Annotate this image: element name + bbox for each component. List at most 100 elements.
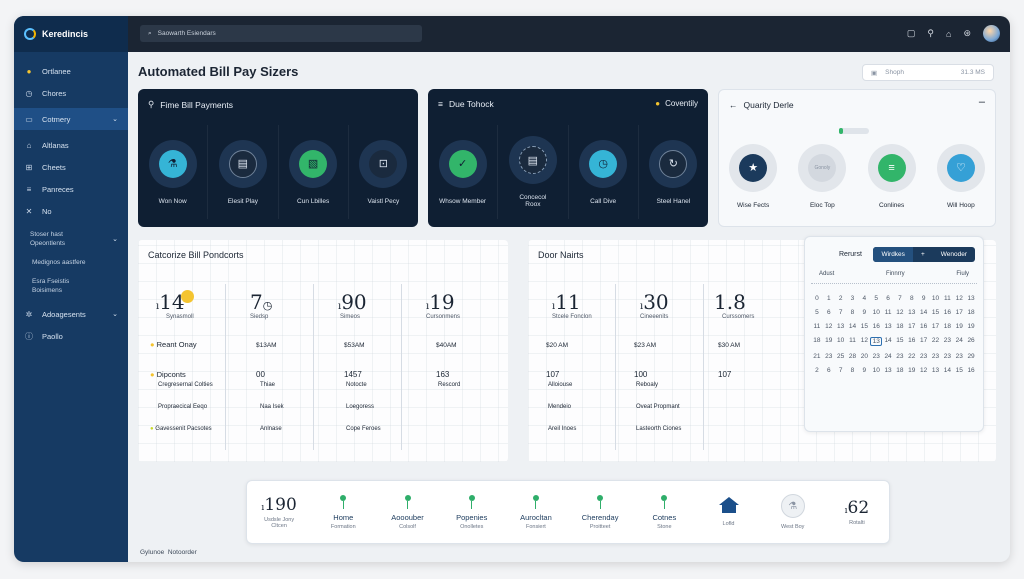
summary-aurocltan[interactable]: Aurocltan Fonsiert	[504, 481, 568, 543]
calendar-day[interactable]: 19	[823, 337, 835, 346]
settings-icon[interactable]: ⊛	[963, 28, 971, 39]
tab-wenoder[interactable]: Wenoder	[933, 247, 975, 262]
summary-lofld[interactable]: Lofld	[696, 481, 760, 543]
calendar-day[interactable]: 7	[835, 367, 847, 374]
calendar-day[interactable]: 17	[930, 323, 942, 330]
tile-eloc-top[interactable]: Gonoly Eloc Top	[788, 134, 858, 218]
calendar-day[interactable]: 14	[882, 337, 894, 346]
calendar-day[interactable]: 14	[941, 367, 953, 374]
calendar-day[interactable]: 11	[811, 323, 823, 330]
tile-won-now[interactable]: ⚗ Won Now	[138, 125, 209, 219]
sidebar-item-cheets[interactable]: ⊞ Cheets	[14, 156, 128, 178]
tile-whsow-member[interactable]: ✓ Whsow Member	[428, 125, 499, 219]
calendar-day[interactable]: 17	[918, 337, 930, 346]
sidebar-item-ortlanee[interactable]: ● Ortlanee	[14, 60, 128, 82]
calendar-day[interactable]: 15	[858, 323, 870, 330]
tile-cun-lbilles[interactable]: ▧ Cun Lbilles	[279, 125, 349, 219]
calendar-day[interactable]: 23	[930, 353, 942, 360]
calendar-day[interactable]: 19	[906, 367, 918, 374]
calendar-day[interactable]: 7	[835, 309, 847, 316]
calendar-day[interactable]: 3	[847, 295, 859, 302]
calendar-day[interactable]: 16	[965, 367, 977, 374]
sidebar-item-medignos[interactable]: Medignos aastfere	[14, 258, 128, 267]
calendar-day[interactable]: 0	[811, 295, 823, 302]
tile-concecol-roox[interactable]: ▤ Concecol Roox	[498, 125, 569, 219]
summary-home[interactable]: Home Formation	[311, 481, 375, 543]
sidebar-item-esra-a[interactable]: Esra Fseistis	[14, 277, 128, 286]
calendar-day[interactable]: 5	[811, 309, 823, 316]
calendar-day[interactable]: 5	[870, 295, 882, 302]
calendar-day[interactable]: 13	[882, 367, 894, 374]
calendar-day[interactable]: 13	[930, 367, 942, 374]
calendar-day[interactable]: 15	[953, 367, 965, 374]
calendar-day[interactable]: 10	[930, 295, 942, 302]
calendar-day[interactable]: 8	[906, 295, 918, 302]
tile-vaistl-pecy[interactable]: ⊡ Vaistl Pecy	[349, 125, 418, 219]
calendar-day[interactable]: 12	[858, 337, 870, 346]
add-icon[interactable]: +	[913, 247, 933, 262]
summary-aooouber[interactable]: Aooouber Colsolf	[375, 481, 439, 543]
tab-wirdkes[interactable]: Wirdkes	[873, 246, 913, 262]
calendar-day[interactable]: 9	[858, 309, 870, 316]
calendar-day[interactable]: 6	[882, 295, 894, 302]
calendar-day[interactable]: 22	[930, 337, 942, 346]
summary-cherenday[interactable]: Cherenday Proitteet	[568, 481, 632, 543]
calendar-day[interactable]: 7	[894, 295, 906, 302]
sidebar-item-cotmery[interactable]: ▭ Cotmery ⌄	[14, 108, 128, 130]
calendar-day[interactable]: 10	[870, 367, 882, 374]
calendar-day[interactable]: 26	[965, 337, 977, 346]
calendar-day[interactable]: 24	[882, 353, 894, 360]
tile-call-dive[interactable]: ◷ Call Dive	[569, 125, 639, 219]
calendar-day[interactable]: 23	[941, 337, 953, 346]
calendar-day[interactable]: 23	[941, 353, 953, 360]
shop-field[interactable]: ▣ Shoph 31.3 MS	[862, 64, 994, 81]
calendar-day[interactable]: 21	[811, 353, 823, 360]
calendar-day[interactable]: 28	[847, 353, 859, 360]
calendar-day[interactable]: 11	[941, 295, 953, 302]
sidebar-item-panreces[interactable]: ≡ Panreces	[14, 178, 128, 200]
brand[interactable]: Keredincis	[14, 16, 128, 52]
calendar-day[interactable]: 18	[811, 337, 823, 346]
calendar-day[interactable]: 17	[953, 309, 965, 316]
calendar-day[interactable]: 12	[953, 295, 965, 302]
calendar-day[interactable]: 16	[906, 337, 918, 346]
summary-stat-190[interactable]: ı190 Usdsle Jony Cltcen	[247, 481, 311, 543]
calendar-day[interactable]: 23	[918, 353, 930, 360]
calendar-day[interactable]: 4	[858, 295, 870, 302]
calendar-day[interactable]: 15	[894, 337, 906, 346]
calendar-day[interactable]: 9	[858, 367, 870, 374]
sidebar-item-adoagesents[interactable]: ✲ Adoagesents ⌄	[14, 303, 128, 325]
calendar-day[interactable]: 11	[882, 309, 894, 316]
calendar-day[interactable]: 14	[847, 323, 859, 330]
calendar-day[interactable]: 23	[953, 353, 965, 360]
calendar-day[interactable]: 10	[835, 337, 847, 346]
summary-popenies[interactable]: Popenies Onolletes	[440, 481, 504, 543]
calendar-day[interactable]: 1	[823, 295, 835, 302]
calendar-day[interactable]: 11	[847, 337, 859, 346]
home-icon[interactable]: ⌂	[946, 29, 951, 39]
calendar-day[interactable]: 23	[894, 353, 906, 360]
calendar-day[interactable]: 13	[835, 323, 847, 330]
window-icon[interactable]: ▢	[907, 28, 916, 39]
tile-steel-hanel[interactable]: ↻ Steel Hanel	[639, 125, 708, 219]
avatar[interactable]	[983, 25, 1000, 42]
search-input[interactable]: ⌕ Saowarth Esiendars	[140, 25, 422, 42]
tile-will-hoop[interactable]: ♡ Will Hoop	[927, 134, 995, 218]
calendar-day[interactable]: 18	[965, 309, 977, 316]
calendar-day[interactable]: 18	[941, 323, 953, 330]
calendar-day[interactable]: 12	[918, 367, 930, 374]
calendar-day[interactable]: 18	[894, 367, 906, 374]
calendar-day[interactable]: 13	[906, 309, 918, 316]
calendar-day[interactable]: 13	[870, 337, 883, 346]
calendar-day[interactable]: 13	[882, 323, 894, 330]
calendar-day[interactable]: 9	[918, 295, 930, 302]
calendar-day[interactable]: 17	[906, 323, 918, 330]
sidebar-item-altlanas[interactable]: ⌂ Altlanas	[14, 134, 128, 156]
calendar-day[interactable]: 20	[858, 353, 870, 360]
calendar-day[interactable]: 13	[965, 295, 977, 302]
tile-elesit-play[interactable]: ▤ Elesit Play	[208, 125, 279, 219]
calendar-day[interactable]: 2	[811, 367, 823, 374]
calendar-day[interactable]: 16	[941, 309, 953, 316]
calendar-day[interactable]: 12	[894, 309, 906, 316]
calendar-day[interactable]: 23	[823, 353, 835, 360]
